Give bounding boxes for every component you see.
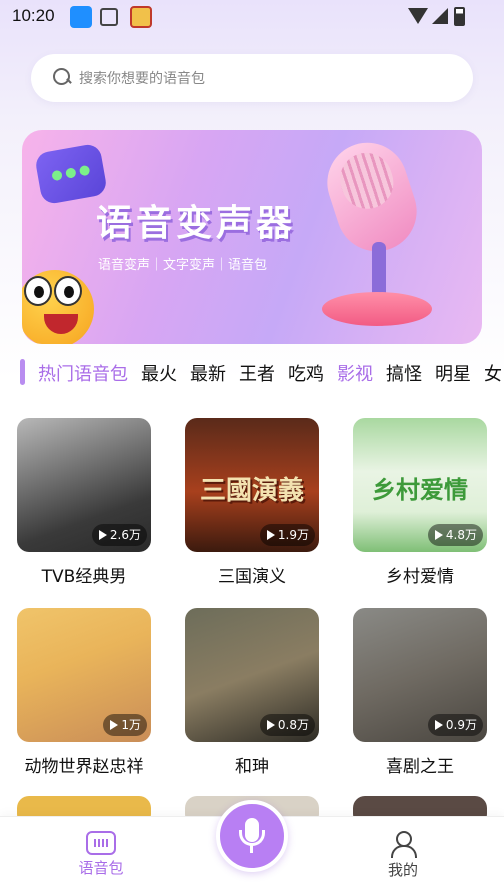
tab-indicator [20,359,25,385]
voice-pack-icon [86,831,116,855]
tab-funny[interactable]: 搞怪 [386,360,422,386]
banner-subtitle: 语音变声｜文字变声｜语音包 [98,258,268,273]
record-mic-button[interactable] [216,800,288,872]
play-count-badge: 1万 [103,714,147,736]
play-count-badge: 4.8万 [427,524,483,546]
play-icon [434,530,443,540]
nav-mine[interactable]: 我的 [363,831,443,880]
banner[interactable]: 语音变声器 语音变声｜文字变声｜语音包 [22,130,482,344]
thumbnail-title-text: 乡村爱情 [372,476,468,504]
play-icon [98,530,107,540]
voice-pack-title: 乡村爱情 [386,567,454,587]
tab-hottest[interactable]: 最火 [141,360,177,386]
voice-pack-title: 三国演义 [218,567,286,587]
nav-voice-pack-label: 语音包 [78,859,124,877]
category-tabs: 热门语音包 最火 最新 王者 吃鸡 影视 搞怪 明星 女 [20,356,504,388]
nav-mine-label: 我的 [387,861,418,879]
play-count-badge: 0.9万 [427,714,483,736]
voice-pack-card[interactable]: 0.8万 和珅 [185,608,319,777]
voice-pack-card[interactable]: 0.9万 喜剧之王 [353,608,487,777]
voice-pack-title: 和珅 [235,757,269,777]
voice-pack-thumbnail: 0.8万 [185,608,319,742]
voice-pack-thumbnail: 1万 [17,608,151,742]
play-count-badge: 2.6万 [91,524,147,546]
voice-pack-card[interactable]: 三國演義 1.9万 三国演义 [185,418,319,587]
tab-hot-voice-pack[interactable]: 热门语音包 [38,360,128,386]
emoji-face-icon [22,270,94,344]
search-input[interactable]: 搜索你想要的语音包 [79,68,205,88]
battery-icon [454,7,465,26]
app-notification-icon [70,6,92,28]
signal-icon [432,8,448,24]
play-count-badge: 1.9万 [259,524,315,546]
status-bar: 10:20 [0,0,504,34]
play-icon [266,720,275,730]
tab-film[interactable]: 影视 [337,360,373,386]
play-icon [110,720,119,730]
voice-pack-thumbnail: 2.6万 [17,418,151,552]
voice-pack-thumbnail: 乡村爱情 4.8万 [353,418,487,552]
thumbnail-title-text: 三國演義 [199,476,304,506]
voice-pack-card[interactable]: 2.6万 TVB经典男 [17,418,151,587]
wifi-icon [408,8,428,24]
game-notification-icon [130,6,152,28]
voice-pack-title: TVB经典男 [41,567,127,587]
voice-pack-title: 喜剧之王 [386,757,454,777]
play-icon [434,720,443,730]
cube-icon [100,8,118,26]
tab-female[interactable]: 女 [484,360,502,386]
system-indicators [408,7,468,26]
microphone-illustration [316,132,442,332]
tab-newest[interactable]: 最新 [190,360,226,386]
status-time: 10:20 [12,6,55,25]
voice-pack-title: 动物世界赵忠祥 [24,757,144,777]
voice-pack-card[interactable]: 乡村爱情 4.8万 乡村爱情 [353,418,487,587]
search-icon [53,68,71,86]
voice-pack-thumbnail: 0.9万 [353,608,487,742]
banner-title: 语音变声器 [96,203,297,244]
nav-voice-pack[interactable]: 语音包 [61,831,141,878]
tab-king[interactable]: 王者 [239,360,275,386]
play-count-badge: 0.8万 [259,714,315,736]
person-icon [390,831,417,858]
play-icon [266,530,275,540]
tab-celebrity[interactable]: 明星 [435,360,471,386]
search-bar[interactable]: 搜索你想要的语音包 [31,54,473,102]
voice-pack-thumbnail: 三國演義 1.9万 [185,418,319,552]
voice-pack-card[interactable]: 1万 动物世界赵忠祥 [17,608,151,777]
tab-pubg[interactable]: 吃鸡 [288,360,324,386]
